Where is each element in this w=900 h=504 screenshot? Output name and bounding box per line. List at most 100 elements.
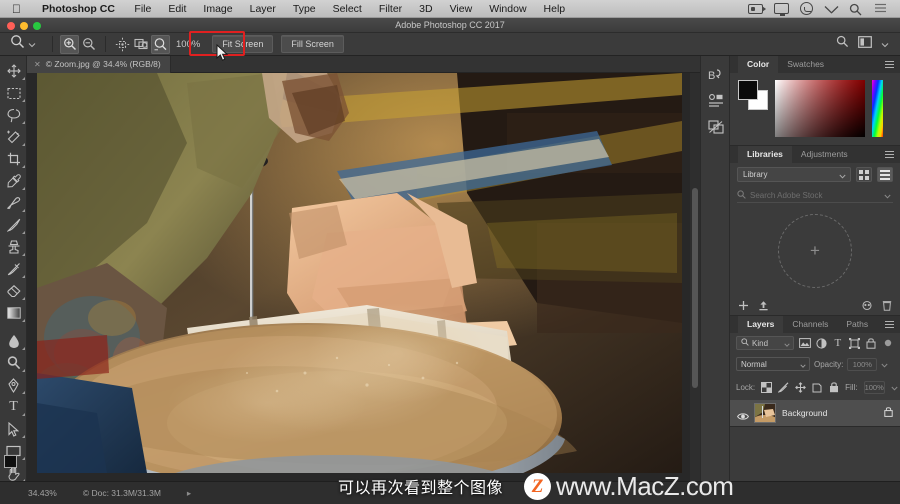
blend-mode-select[interactable]: Normal — [736, 357, 810, 371]
library-select[interactable]: Library — [737, 167, 851, 182]
close-window-button[interactable] — [7, 21, 15, 30]
lock-image-pixels-icon[interactable] — [778, 381, 789, 394]
lasso-tool[interactable] — [0, 104, 27, 126]
menu-item-image[interactable]: Image — [195, 3, 241, 15]
tab-paths[interactable]: Paths — [837, 316, 877, 333]
filter-adjustment-icon[interactable] — [815, 337, 828, 350]
gradient-tool[interactable] — [0, 302, 27, 324]
fill-value[interactable]: 100% — [863, 380, 885, 394]
wifi-icon[interactable] — [824, 3, 839, 15]
minimize-window-button[interactable] — [20, 21, 28, 30]
tab-color[interactable]: Color — [738, 56, 779, 73]
upload-icon[interactable] — [758, 298, 769, 316]
menu-item-file[interactable]: File — [126, 3, 160, 15]
spotlight-search-icon[interactable] — [849, 3, 863, 15]
panel-menu-icon[interactable] — [885, 151, 894, 158]
filter-type-icon[interactable]: T — [832, 337, 845, 350]
zoom-in-button[interactable] — [60, 34, 79, 54]
type-tool[interactable]: T — [0, 396, 27, 418]
layer-name[interactable]: Background — [782, 408, 878, 418]
canvas-vertical-scrollbar[interactable] — [690, 73, 700, 481]
foreground-color-swatch[interactable] — [738, 80, 758, 100]
add-item-icon[interactable] — [738, 298, 749, 316]
add-content-dashed-circle-icon[interactable]: + — [778, 214, 852, 288]
sync-icon[interactable] — [861, 298, 873, 316]
rectangular-marquee-tool[interactable] — [0, 82, 27, 104]
eye-icon[interactable] — [737, 408, 749, 420]
menu-item-help[interactable]: Help — [535, 3, 574, 15]
resize-windows-to-fit-button[interactable] — [113, 35, 132, 54]
clone-stamp-tool[interactable] — [0, 236, 27, 258]
color-swatches-toolbox[interactable] — [4, 455, 24, 475]
lock-transparent-pixels-icon[interactable] — [761, 381, 773, 394]
move-tool[interactable] — [0, 60, 27, 82]
tab-swatches[interactable]: Swatches — [778, 56, 833, 73]
library-dropzone[interactable]: + — [730, 203, 900, 299]
menu-item-type[interactable]: Type — [284, 3, 324, 15]
hue-slider[interactable] — [872, 80, 883, 137]
history-panel-icon[interactable]: B — [701, 62, 731, 88]
search-icon[interactable] — [836, 35, 849, 53]
scrollbar-thumb[interactable] — [692, 188, 698, 388]
lock-icon[interactable] — [884, 404, 893, 422]
scrubby-zoom-button[interactable] — [151, 34, 170, 54]
filter-pixel-icon[interactable] — [798, 337, 811, 350]
menu-item-3d[interactable]: 3D — [411, 3, 441, 15]
layer-list-item[interactable]: Background — [730, 400, 900, 426]
status-doc-info[interactable]: © Doc: 31.3M/31.3M — [83, 488, 161, 498]
dodge-tool[interactable] — [0, 352, 27, 374]
workspace-switcher-icon[interactable] — [858, 35, 872, 53]
delete-icon[interactable] — [882, 298, 892, 316]
apple-menu-icon[interactable]:  — [0, 3, 31, 15]
chevron-right-icon[interactable]: ▸ — [187, 488, 191, 499]
menu-item-edit[interactable]: Edit — [160, 3, 195, 15]
app-name-menu[interactable]: Photoshop CC — [31, 3, 126, 15]
lock-all-icon[interactable] — [829, 381, 839, 394]
zoom-out-button[interactable] — [79, 35, 98, 54]
close-icon[interactable]: ✕ — [34, 60, 41, 69]
menu-item-window[interactable]: Window — [481, 3, 535, 15]
menu-item-select[interactable]: Select — [324, 3, 370, 15]
zoom-percent-value[interactable]: 100% — [176, 39, 200, 50]
tab-libraries[interactable]: Libraries — [738, 146, 792, 163]
document-tab[interactable]: ✕ © Zoom.jpg @ 34.4% (RGB/8) — [27, 55, 171, 73]
creative-cloud-icon[interactable] — [800, 2, 813, 15]
list-view-button[interactable] — [877, 167, 893, 182]
pen-tool[interactable] — [0, 374, 27, 396]
status-zoom-level[interactable]: 34.43% — [28, 488, 57, 498]
active-tool-preset[interactable] — [10, 34, 36, 54]
notification-center-icon[interactable] — [874, 3, 888, 15]
display-icon[interactable] — [774, 3, 789, 16]
panel-menu-icon[interactable] — [885, 61, 894, 68]
filter-power-toggle-icon[interactable] — [881, 337, 894, 350]
eyedropper-tool[interactable] — [0, 170, 27, 192]
chevron-down-icon[interactable] — [884, 192, 891, 201]
lock-artboard-nesting-icon[interactable] — [812, 381, 823, 394]
search-adobe-stock-field[interactable]: Search Adobe Stock — [737, 188, 893, 203]
color-swatches[interactable] — [738, 80, 768, 110]
quick-selection-tool[interactable] — [0, 126, 27, 148]
brush-tool[interactable] — [0, 214, 27, 236]
eraser-tool[interactable] — [0, 280, 27, 302]
history-brush-tool[interactable] — [0, 258, 27, 280]
zoom-all-windows-button[interactable] — [132, 35, 151, 54]
chevron-down-icon[interactable] — [881, 355, 888, 373]
menu-item-filter[interactable]: Filter — [370, 3, 410, 15]
grid-view-button[interactable] — [856, 167, 872, 182]
tab-adjustments[interactable]: Adjustments — [792, 146, 857, 163]
screen-record-icon[interactable] — [748, 3, 766, 14]
chevron-down-icon[interactable] — [891, 378, 898, 396]
panel-menu-icon[interactable] — [885, 321, 894, 328]
lock-position-icon[interactable] — [795, 381, 807, 394]
fill-screen-button[interactable]: Fill Screen — [281, 35, 344, 53]
layer-filter-kind-select[interactable]: Kind — [736, 336, 795, 350]
chevron-down-icon[interactable] — [28, 35, 36, 53]
image-canvas[interactable] — [37, 73, 682, 473]
path-selection-tool[interactable] — [0, 418, 27, 440]
filter-shape-icon[interactable] — [848, 337, 861, 350]
layer-comps-panel-icon[interactable] — [701, 114, 731, 140]
opacity-value[interactable]: 100% — [847, 357, 878, 371]
filter-smart-object-icon[interactable] — [865, 337, 878, 350]
properties-panel-icon[interactable] — [701, 88, 731, 114]
crop-tool[interactable] — [0, 148, 27, 170]
